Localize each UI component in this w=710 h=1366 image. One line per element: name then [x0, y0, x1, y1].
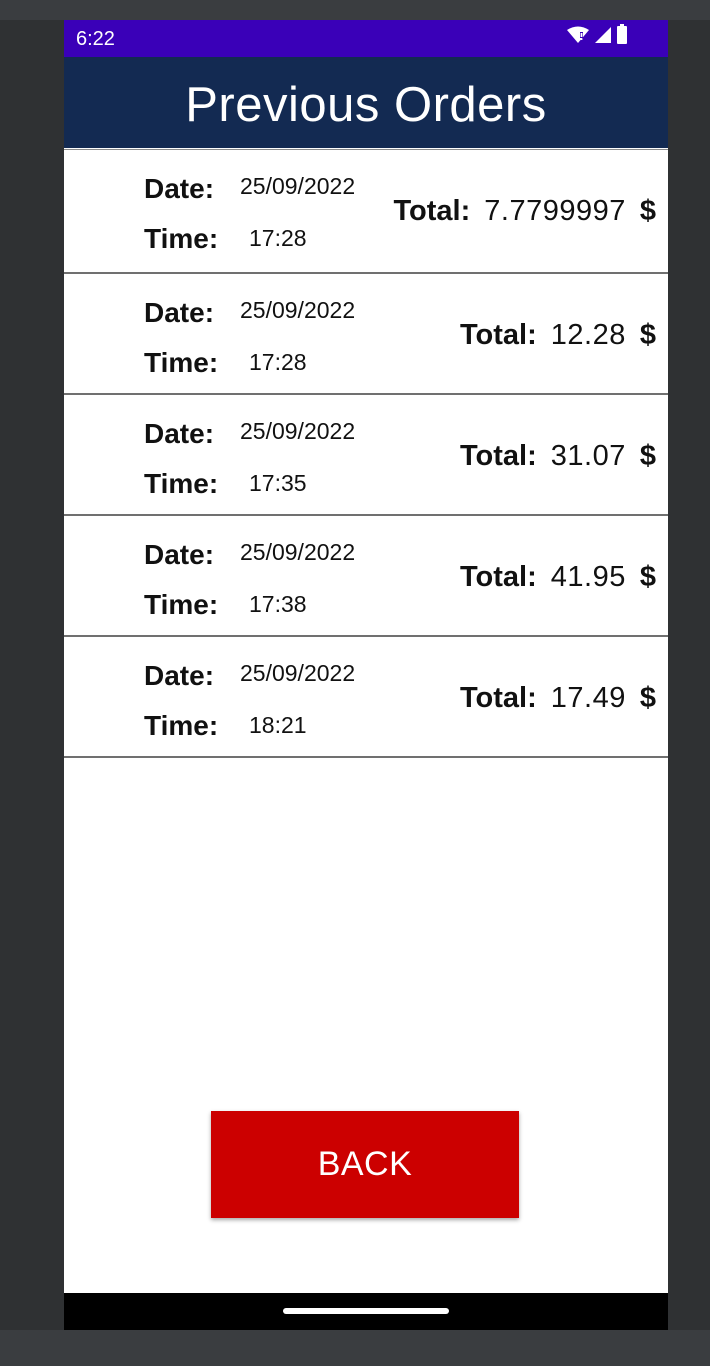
order-time: 17:28 — [249, 225, 307, 251]
time-label: Time: — [144, 468, 219, 499]
window-bottom-strip — [0, 1330, 710, 1366]
order-time: 17:38 — [249, 591, 307, 617]
order-item[interactable]: Date: 25/09/2022 Time: 17:28 Total: 12.2… — [64, 272, 668, 393]
order-date: 25/09/2022 — [240, 173, 356, 199]
order-time: 18:21 — [249, 712, 307, 738]
date-label: Date: — [144, 173, 215, 204]
order-date: 25/09/2022 — [240, 418, 356, 444]
date-label: Date: — [144, 539, 215, 570]
date-label: Date: — [144, 660, 215, 691]
date-label: Date: — [144, 297, 215, 328]
order-time: 17:28 — [249, 349, 307, 375]
time-label: Time: — [144, 223, 219, 254]
signal-icon — [594, 26, 612, 49]
page-title: Previous Orders — [185, 77, 547, 132]
order-item[interactable]: Date: 25/09/2022 Time: 17:35 Total: 31.0… — [64, 393, 668, 514]
order-time: 17:35 — [249, 470, 307, 496]
total-label: Total: — [460, 319, 537, 351]
date-label: Date: — [144, 418, 215, 449]
order-item[interactable]: Date: 25/09/2022 Time: 18:21 Total: 17.4… — [64, 635, 668, 758]
order-item[interactable]: Date: 25/09/2022 Time: 17:28 Total: 7.77… — [64, 149, 668, 272]
total-amount: 7.7799997 — [484, 195, 626, 227]
order-total: Total: 31.07 $ — [460, 440, 656, 473]
order-item[interactable]: Date: 25/09/2022 Time: 17:38 Total: 41.9… — [64, 514, 668, 635]
currency-symbol: $ — [639, 561, 656, 593]
currency-symbol: $ — [639, 195, 656, 227]
back-button[interactable]: BACK — [211, 1111, 519, 1218]
total-amount: 17.49 — [550, 682, 626, 714]
total-label: Total: — [460, 561, 537, 593]
order-total: Total: 7.7799997 $ — [393, 195, 656, 228]
home-indicator[interactable] — [283, 1308, 449, 1314]
window-top-strip — [0, 0, 710, 20]
currency-symbol: $ — [639, 319, 656, 351]
order-date: 25/09/2022 — [240, 539, 356, 565]
currency-symbol: $ — [639, 440, 656, 472]
total-label: Total: — [460, 440, 537, 472]
time-label: Time: — [144, 710, 219, 741]
total-amount: 31.07 — [550, 440, 626, 472]
phone-screen: 6:22 Previous Orders Date: 25/09/2022 Ti… — [64, 20, 668, 1330]
order-total: Total: 17.49 $ — [460, 682, 656, 715]
app-bar: Previous Orders — [64, 57, 668, 148]
total-amount: 41.95 — [550, 561, 626, 593]
status-icons — [566, 24, 628, 49]
orders-list: Date: 25/09/2022 Time: 17:28 Total: 7.77… — [64, 149, 668, 758]
order-date: 25/09/2022 — [240, 297, 356, 323]
battery-icon — [616, 24, 628, 49]
total-label: Total: — [460, 682, 537, 714]
currency-symbol: $ — [639, 682, 656, 714]
order-date: 25/09/2022 — [240, 660, 356, 686]
order-total: Total: 12.28 $ — [460, 319, 656, 352]
status-time: 6:22 — [76, 28, 115, 50]
wifi-alert-icon — [566, 26, 590, 49]
navigation-bar — [64, 1293, 668, 1330]
time-label: Time: — [144, 589, 219, 620]
total-label: Total: — [393, 195, 471, 227]
status-bar: 6:22 — [64, 20, 668, 57]
time-label: Time: — [144, 347, 219, 378]
order-total: Total: 41.95 $ — [460, 561, 656, 594]
total-amount: 12.28 — [550, 319, 626, 351]
